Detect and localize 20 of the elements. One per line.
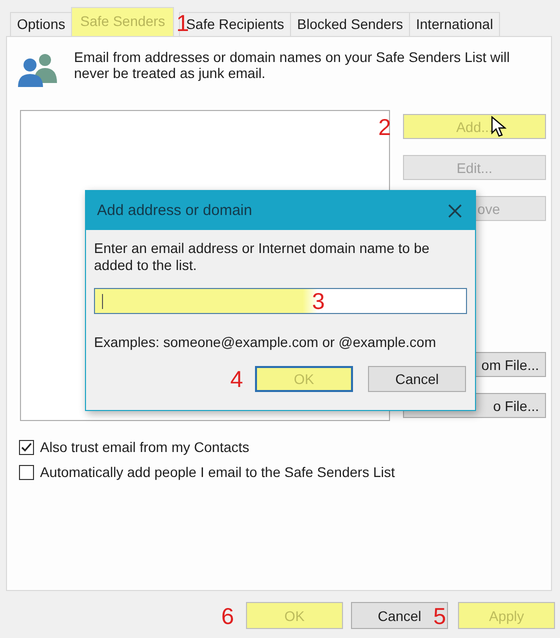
checkbox[interactable]	[19, 464, 34, 480]
mouse-pointer-icon	[491, 116, 507, 138]
example-text: Examples: someone@example.com or @example.com	[94, 334, 438, 350]
checkbox[interactable]	[19, 440, 34, 454]
close-icon[interactable]	[448, 204, 462, 218]
tab[interactable]: International	[409, 12, 500, 36]
input-field[interactable]	[94, 288, 467, 314]
step-number: 5	[433, 604, 446, 628]
dialog-title: Add address or domain	[97, 202, 252, 219]
checkbox-label: Also trust email from my Contacts	[40, 439, 250, 455]
tab[interactable]: Options	[10, 12, 72, 36]
button[interactable]: Cancel	[368, 366, 466, 392]
step-number: 1	[176, 11, 190, 35]
checkbox-label: Automatically add people I email to the Safe Senders List	[40, 464, 395, 480]
step-number: 2	[378, 114, 391, 138]
prompt-text: Enter an email address or Internet domain name to be added to the list.	[94, 240, 430, 274]
description-text: Email from addresses or domain names on your Safe Senders List will never be treated as junk email.	[74, 49, 511, 81]
step-number: 4	[230, 367, 243, 391]
step-number: 6	[221, 604, 234, 628]
step-number: 3	[312, 289, 325, 313]
